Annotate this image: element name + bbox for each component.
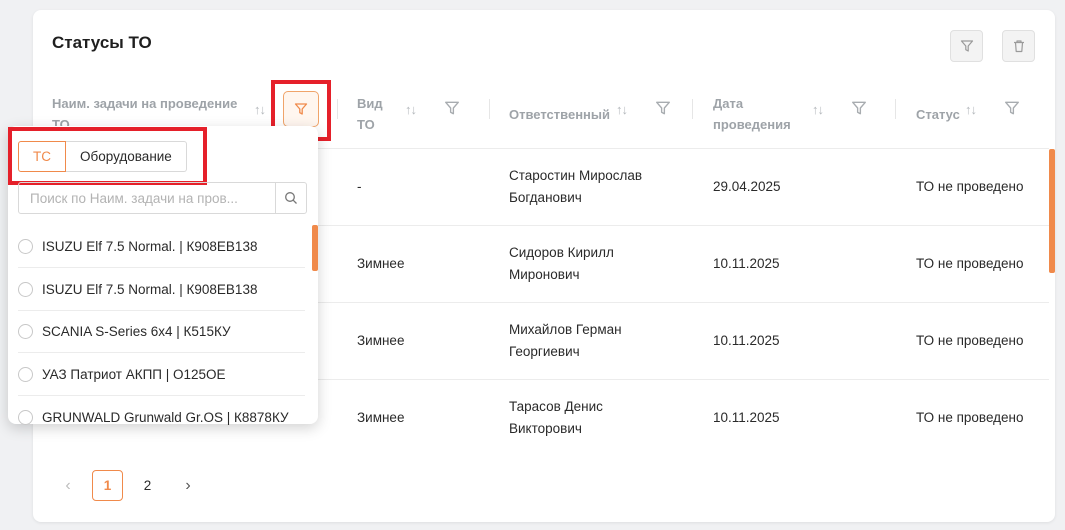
sort-icon[interactable]: ↑↓ — [254, 102, 266, 117]
delete-button[interactable] — [1002, 30, 1035, 62]
sort-icon[interactable]: ↑↓ — [812, 102, 824, 117]
column-divider — [337, 99, 338, 119]
filter-option[interactable]: SCANIA S-Series 6x4 | К515КУ — [18, 310, 305, 353]
cell-responsible: Тарасов Денис Викторович — [509, 396, 603, 440]
cell-status: ТО не проведено — [916, 410, 1024, 425]
page-title: Статусы ТО — [52, 33, 152, 52]
filter-icon[interactable] — [851, 100, 867, 116]
radio-icon[interactable] — [18, 410, 33, 425]
filter-option[interactable]: GRUNWALD Grunwald Gr.OS | К8878КУ — [18, 396, 305, 439]
highlight-box — [8, 127, 207, 185]
sort-icon[interactable]: ↑↓ — [405, 102, 417, 117]
option-label: ISUZU Elf 7.5 Normal. | К908ЕВ138 — [42, 281, 258, 297]
cell-type: - — [357, 179, 362, 194]
column-label: ТО — [357, 117, 375, 132]
radio-icon[interactable] — [18, 281, 33, 297]
responsible-line: Викторович — [509, 421, 582, 436]
responsible-line: Старостин Мирослав — [509, 168, 643, 183]
filter-icon[interactable] — [1004, 100, 1020, 116]
cell-status: ТО не проведено — [916, 256, 1024, 271]
column-label: Дата — [713, 96, 744, 111]
cell-date: 29.04.2025 — [713, 179, 781, 194]
option-label: GRUNWALD Grunwald Gr.OS | К8878КУ — [42, 410, 289, 425]
column-divider — [489, 99, 490, 119]
column-header-type: Вид ТО — [357, 80, 397, 148]
trash-icon — [1013, 40, 1024, 53]
responsible-line: Михайлов Герман — [509, 322, 622, 337]
page-1-button[interactable]: 1 — [92, 470, 123, 501]
next-page-button[interactable]: › — [176, 470, 200, 501]
table-scrollbar[interactable] — [1049, 149, 1055, 273]
responsible-line: Тарасов Денис — [509, 399, 603, 414]
search-input[interactable] — [19, 183, 275, 213]
dropdown-scrollbar[interactable] — [312, 225, 318, 271]
option-label: ISUZU Elf 7.5 Normal. | К908ЕВ138 — [42, 238, 258, 254]
filter-option[interactable]: ISUZU Elf 7.5 Normal. | К908ЕВ138 — [18, 225, 305, 268]
cell-type: Зимнее — [357, 256, 405, 271]
filter-button[interactable] — [950, 30, 983, 62]
filter-icon[interactable] — [444, 100, 460, 116]
cell-type: Зимнее — [357, 333, 405, 348]
cell-date: 10.11.2025 — [713, 256, 780, 271]
option-label: SCANIA S-Series 6x4 | К515КУ — [42, 323, 231, 339]
cell-type: Зимнее — [357, 410, 405, 425]
search-button[interactable] — [275, 183, 306, 213]
cell-date: 10.11.2025 — [713, 410, 780, 425]
column-divider — [895, 99, 896, 119]
search-icon — [285, 192, 297, 204]
radio-icon[interactable] — [18, 323, 33, 339]
prev-page-button[interactable]: ‹ — [56, 470, 80, 501]
sort-icon[interactable]: ↑↓ — [965, 102, 977, 117]
filter-option[interactable]: УАЗ Патриот АКПП | О125ОЕ — [18, 353, 305, 396]
filter-icon — [960, 40, 973, 52]
column-header-responsible: Ответственный — [509, 80, 619, 148]
cell-responsible: Старостин Мирослав Богданович — [509, 165, 642, 209]
radio-icon[interactable] — [18, 238, 33, 254]
option-label: УАЗ Патриот АКПП | О125ОЕ — [42, 366, 226, 382]
radio-icon[interactable] — [18, 366, 33, 382]
responsible-line: Богданович — [509, 190, 582, 205]
filter-option[interactable]: ISUZU Elf 7.5 Normal. | К908ЕВ138 — [18, 268, 305, 311]
column-header-status: Статус — [916, 80, 966, 148]
cell-status: ТО не проведено — [916, 333, 1024, 348]
filter-search — [18, 182, 307, 214]
responsible-line: Георгиевич — [509, 344, 580, 359]
responsible-line: Миронович — [509, 267, 580, 282]
column-header-date: Дата проведения — [713, 80, 803, 148]
page-2-button[interactable]: 2 — [132, 470, 163, 501]
sort-icon[interactable]: ↑↓ — [616, 102, 628, 117]
column-label: Наим. задачи на проведение — [52, 96, 238, 111]
cell-date: 10.11.2025 — [713, 333, 780, 348]
column-label: Ответственный — [509, 106, 610, 122]
column-divider — [692, 99, 693, 119]
responsible-line: Сидоров Кирилл — [509, 245, 614, 260]
cell-responsible: Сидоров Кирилл Миронович — [509, 242, 614, 286]
filter-icon[interactable] — [655, 100, 671, 116]
cell-status: ТО не проведено — [916, 179, 1024, 194]
cell-responsible: Михайлов Герман Георгиевич — [509, 319, 622, 363]
column-label: Статус — [916, 106, 960, 122]
column-label: проведения — [713, 117, 791, 132]
column-label: Вид — [357, 96, 383, 111]
